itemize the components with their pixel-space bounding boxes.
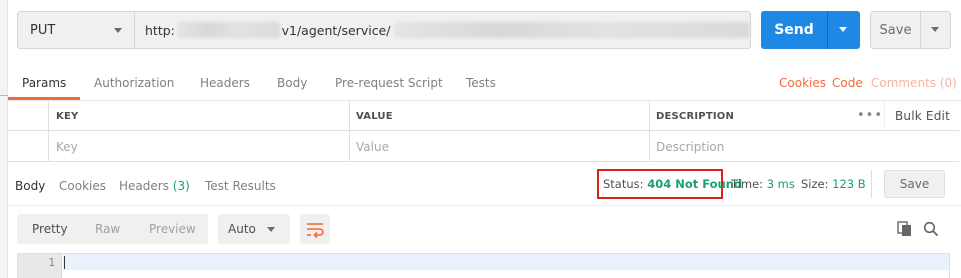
save-request-button[interactable]: Save <box>870 11 951 49</box>
save-label: Save <box>879 22 912 38</box>
active-tab-indicator <box>8 97 80 100</box>
tab-test-results[interactable]: Test Results <box>205 179 276 193</box>
method-label: PUT <box>30 22 56 38</box>
chevron-down-icon[interactable] <box>931 27 939 32</box>
url-prefix: http: <box>145 22 175 38</box>
column-divider <box>349 101 350 161</box>
url-redacted-id <box>394 22 750 38</box>
preview-button[interactable]: Preview <box>149 222 196 236</box>
chevron-down-icon <box>267 227 275 232</box>
tab-response-headers[interactable]: Headers (3) <box>119 179 190 193</box>
column-key: KEY <box>56 111 79 122</box>
active-line <box>63 254 949 270</box>
cookies-link[interactable]: Cookies <box>779 76 826 90</box>
wrap-lines-icon <box>307 223 324 239</box>
tab-body[interactable]: Body <box>277 76 307 90</box>
response-separator <box>8 205 961 206</box>
raw-button[interactable]: Raw <box>95 222 120 236</box>
text-cursor <box>64 256 65 269</box>
headers-label: Headers <box>119 179 169 193</box>
status-label: Status: <box>603 177 644 191</box>
more-options-icon[interactable]: ••• <box>857 108 883 123</box>
tab-params[interactable]: Params <box>22 76 66 90</box>
edge-marker <box>0 95 8 96</box>
search-icon[interactable] <box>923 221 939 237</box>
size-readout: Size: 123 B <box>801 177 866 191</box>
tab-pre-request-script[interactable]: Pre-request Script <box>335 76 443 90</box>
code-link[interactable]: Code <box>832 76 863 90</box>
params-header-row <box>8 101 959 131</box>
response-editor[interactable]: 1 <box>17 253 950 278</box>
url-input[interactable]: http: v1/agent/service/ <box>135 11 751 49</box>
tab-tests[interactable]: Tests <box>466 76 496 90</box>
time-value: 3 ms <box>766 177 795 191</box>
format-select[interactable]: Auto <box>218 214 290 244</box>
divider <box>871 170 872 198</box>
column-divider <box>649 101 650 161</box>
left-edge <box>0 0 8 278</box>
line-number: 1 <box>48 256 55 269</box>
send-divider <box>827 11 828 49</box>
key-input[interactable]: Key <box>56 140 78 154</box>
time-label: Time: <box>731 177 764 191</box>
send-label: Send <box>774 22 814 38</box>
params-table: KEY VALUE DESCRIPTION ••• Bulk Edit Key … <box>8 101 959 162</box>
column-value: VALUE <box>356 111 393 122</box>
tab-authorization[interactable]: Authorization <box>94 76 174 90</box>
size-value: 123 B <box>832 177 866 191</box>
url-redacted-host <box>176 22 280 38</box>
url-path: v1/agent/service/ <box>281 22 391 38</box>
description-input[interactable]: Description <box>656 140 724 154</box>
comments-link[interactable]: Comments (0) <box>871 76 957 90</box>
tab-response-body[interactable]: Body <box>15 179 45 193</box>
bulk-edit-divider <box>884 101 885 131</box>
headers-count: (3) <box>172 179 190 193</box>
send-button[interactable]: Send <box>761 11 860 49</box>
copy-icon[interactable] <box>897 221 913 237</box>
value-input[interactable]: Value <box>356 140 389 154</box>
format-label: Auto <box>228 222 256 236</box>
view-mode-group: Pretty Raw Preview <box>17 214 208 244</box>
size-label: Size: <box>801 177 829 191</box>
save-response-button[interactable]: Save <box>884 170 945 198</box>
line-gutter: 1 <box>18 254 62 278</box>
chevron-down-icon[interactable] <box>839 27 847 32</box>
wrap-lines-button[interactable] <box>300 214 330 244</box>
column-description: DESCRIPTION <box>656 111 735 122</box>
status-value: 404 Not Found <box>647 177 743 191</box>
status-readout: Status: 404 Not Found <box>603 177 742 191</box>
bulk-edit-link[interactable]: Bulk Edit <box>895 109 950 123</box>
tab-response-cookies[interactable]: Cookies <box>59 179 106 193</box>
method-select[interactable]: PUT <box>17 11 135 49</box>
time-readout: Time: 3 ms <box>731 177 795 191</box>
column-divider <box>48 101 49 161</box>
tab-headers[interactable]: Headers <box>200 76 250 90</box>
save-divider <box>920 12 921 48</box>
pretty-button[interactable]: Pretty <box>32 222 68 236</box>
chevron-down-icon <box>114 28 122 33</box>
